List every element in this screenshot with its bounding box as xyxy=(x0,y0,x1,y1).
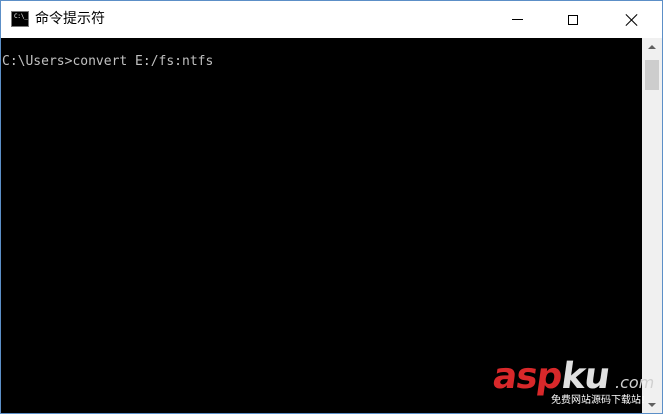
scroll-down-button[interactable] xyxy=(642,396,662,413)
console-line: C:\Users>convert E:/fs:ntfs xyxy=(2,54,214,69)
close-button[interactable] xyxy=(609,1,655,38)
minimize-button[interactable] xyxy=(494,1,540,38)
cmd-window: C:\_ 命令提示符 C:\Users>convert E:/fs:ntfs a… xyxy=(0,0,663,414)
app-icon-label: C:\_ xyxy=(14,13,28,20)
close-icon xyxy=(626,14,638,26)
console-output[interactable]: C:\Users>convert E:/fs:ntfs xyxy=(1,38,642,413)
window-title: 命令提示符 xyxy=(35,11,105,27)
vertical-scrollbar[interactable] xyxy=(642,38,662,413)
scroll-up-button[interactable] xyxy=(642,38,662,56)
scroll-thumb[interactable] xyxy=(645,60,659,90)
maximize-button[interactable] xyxy=(550,1,596,38)
title-bar[interactable]: C:\_ 命令提示符 xyxy=(1,1,662,38)
maximize-icon xyxy=(568,14,578,25)
arrow-up-icon xyxy=(648,45,656,49)
minimize-icon xyxy=(511,19,523,20)
cmd-console-icon[interactable]: C:\_ xyxy=(11,11,29,27)
arrow-down-icon xyxy=(648,403,656,407)
